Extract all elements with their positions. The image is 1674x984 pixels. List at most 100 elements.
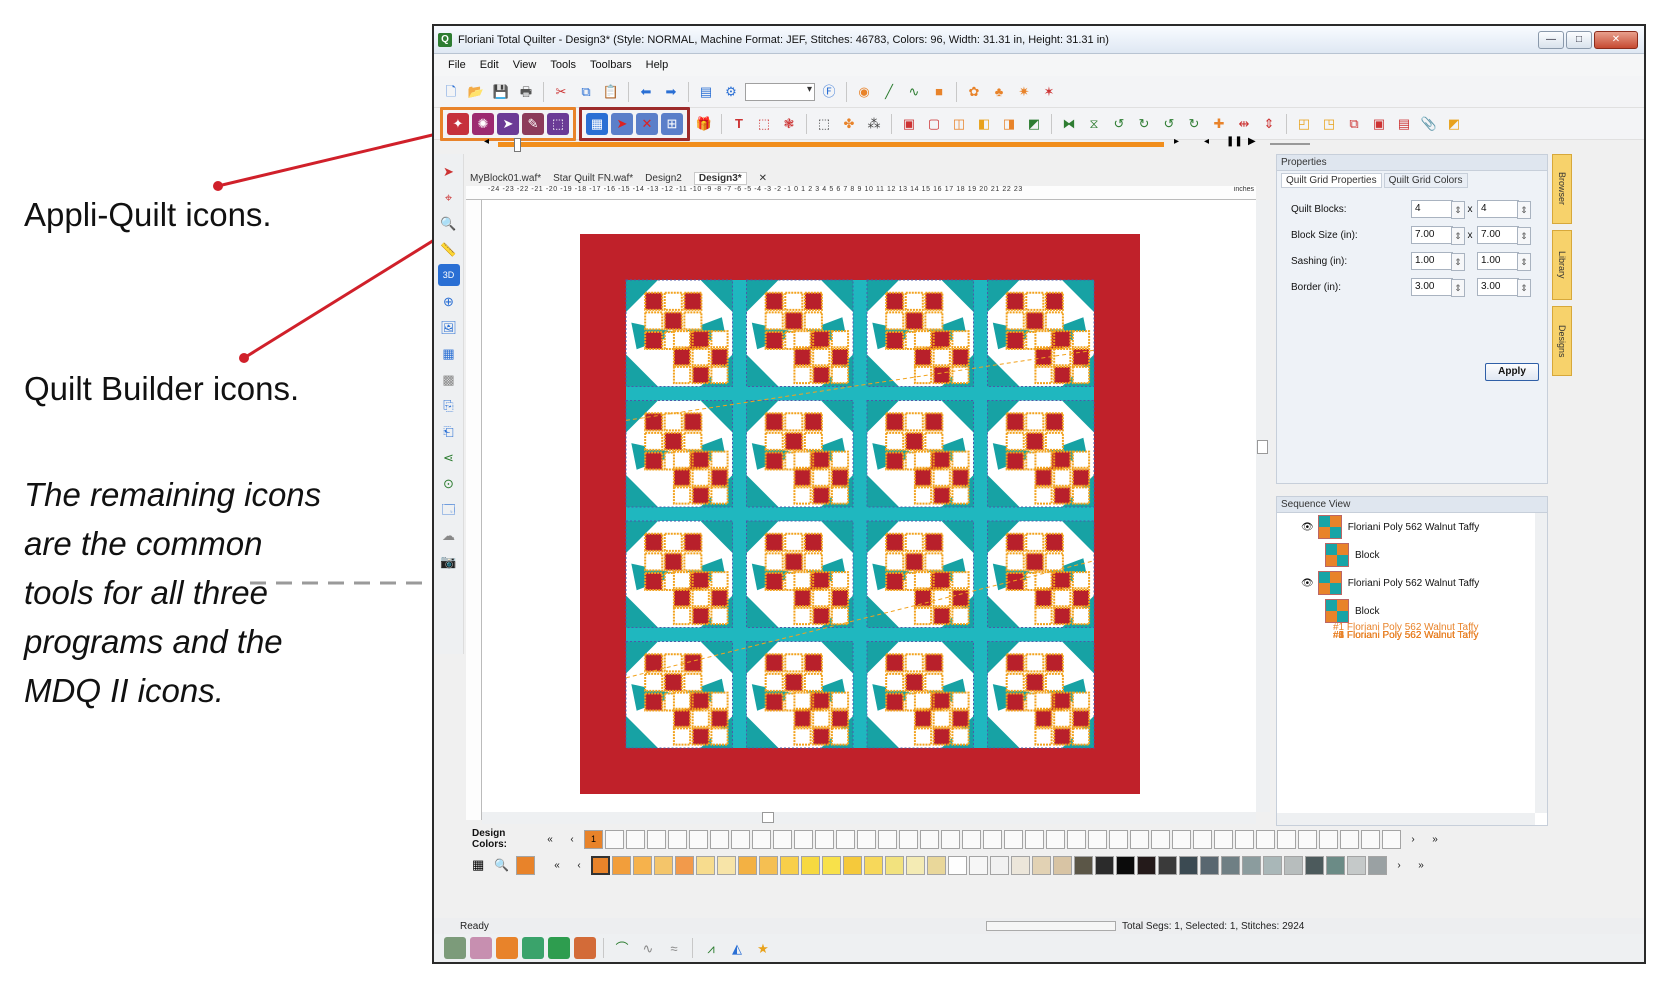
select-arrow-icon[interactable]: ➤ xyxy=(438,160,460,182)
design-color-slot[interactable] xyxy=(1319,829,1338,849)
node-edit-icon[interactable]: ✤ xyxy=(838,113,860,135)
speed-slider[interactable] xyxy=(1270,143,1310,145)
canvas-horizontal-scrollbar[interactable] xyxy=(482,812,1256,824)
grid-dots-icon[interactable]: ⁂ xyxy=(863,113,885,135)
design-color-slot[interactable] xyxy=(1193,829,1212,849)
palette-color-swatch[interactable] xyxy=(759,855,778,875)
menu-toolbars[interactable]: Toolbars xyxy=(590,59,632,71)
palette-last-icon[interactable]: » xyxy=(1411,860,1431,871)
palette-color-swatch[interactable] xyxy=(654,855,673,875)
color-sort-icon[interactable]: ◩ xyxy=(1443,113,1465,135)
palette-color-swatch[interactable] xyxy=(696,855,715,875)
tab-quilt-grid-properties[interactable]: Quilt Grid Properties xyxy=(1281,173,1382,188)
pause-icon[interactable]: ❚❚ xyxy=(1226,136,1243,147)
design-canvas[interactable] xyxy=(482,200,1256,812)
tab-myblock01[interactable]: MyBlock01.waf* xyxy=(470,173,541,184)
visibility-eye-icon[interactable]: 👁 xyxy=(1301,522,1314,533)
palette-color-swatch[interactable] xyxy=(717,855,736,875)
palette-color-swatch[interactable] xyxy=(1158,855,1177,875)
design-color-slot[interactable] xyxy=(794,829,813,849)
minimize-button[interactable]: — xyxy=(1538,30,1564,49)
quilt-builder-resize-icon[interactable]: ⊞ xyxy=(661,112,683,135)
first-page-icon[interactable]: « xyxy=(540,834,560,845)
palette-color-swatch[interactable] xyxy=(906,855,925,875)
design-color-slot[interactable] xyxy=(1361,829,1380,849)
palette-color-swatch[interactable] xyxy=(591,855,610,875)
group-icon[interactable]: ▣ xyxy=(898,113,920,135)
design-color-slot[interactable] xyxy=(1172,829,1191,849)
design-color-slot[interactable] xyxy=(605,829,624,849)
palette-color-swatch[interactable] xyxy=(1284,855,1303,875)
sequence-vscroll[interactable] xyxy=(1535,513,1547,813)
prev-page-icon[interactable]: ‹ xyxy=(562,834,582,845)
palette-color-swatch[interactable] xyxy=(1116,855,1135,875)
applique-icon[interactable]: ♣ xyxy=(988,81,1010,103)
design-color-slot[interactable] xyxy=(731,829,750,849)
design-color-slot[interactable] xyxy=(689,829,708,849)
fill-texture-icon[interactable] xyxy=(470,937,492,959)
frame-tool-icon[interactable]: ⬚ xyxy=(753,113,775,135)
palette-color-swatch[interactable] xyxy=(990,855,1009,875)
mirror-horizontal-icon[interactable]: ⧓ xyxy=(1058,113,1080,135)
next-page-icon[interactable]: › xyxy=(1403,834,1423,845)
undo-arrow-icon[interactable]: ⬅ xyxy=(635,81,657,103)
appli-quilt-select-icon[interactable]: ➤ xyxy=(497,112,519,135)
menu-edit[interactable]: Edit xyxy=(480,59,499,71)
palette-color-swatch[interactable] xyxy=(1368,855,1387,875)
fill-pattern-icon[interactable] xyxy=(444,937,466,959)
slider-left-arrow-icon[interactable]: ◂ xyxy=(484,136,489,147)
open-folder-icon[interactable]: 📂 xyxy=(465,81,487,103)
lens-icon[interactable]: ⊙ xyxy=(438,472,460,494)
palette-color-swatch[interactable] xyxy=(801,855,820,875)
stitch-wave-icon[interactable]: ∿ xyxy=(637,937,659,959)
gift-box-icon[interactable]: 🎁 xyxy=(693,113,715,135)
fan-icon[interactable]: ◭ xyxy=(726,937,748,959)
stitch-slider[interactable]: ◂ xyxy=(484,136,1164,152)
palette-next-icon[interactable]: › xyxy=(1389,860,1409,871)
palette-color-swatch[interactable] xyxy=(864,855,883,875)
design-color-slot[interactable] xyxy=(857,829,876,849)
fill-gradient-icon[interactable] xyxy=(574,937,596,959)
design-color-slot[interactable] xyxy=(1298,829,1317,849)
apply-button[interactable]: Apply xyxy=(1485,363,1539,381)
design-color-slot[interactable] xyxy=(878,829,897,849)
curve-tool-icon[interactable]: ∿ xyxy=(903,81,925,103)
stitch-style-icon[interactable]: ✿ xyxy=(963,81,985,103)
palette-color-swatch[interactable] xyxy=(1137,855,1156,875)
sequence-hscroll[interactable] xyxy=(1277,813,1535,825)
distribute-icon[interactable]: ◩ xyxy=(1023,113,1045,135)
slider-right-arrow-icon[interactable]: ▸ xyxy=(1174,136,1179,147)
sashing-b-input[interactable]: 1.00 xyxy=(1477,252,1531,271)
tab-star-quilt[interactable]: Star Quilt FN.waf* xyxy=(553,173,633,184)
palette-color-swatch[interactable] xyxy=(969,855,988,875)
magic-wand-red-icon[interactable]: ✶ xyxy=(1038,81,1060,103)
sequence-top-item-2[interactable]: 👁 Floriani Poly 562 Walnut Taffy xyxy=(1277,569,1535,597)
new-file-icon[interactable]: 🗋 xyxy=(440,81,462,103)
image-import-icon[interactable]: 🗔 xyxy=(438,498,460,520)
text-tool-icon[interactable]: T xyxy=(728,113,750,135)
rotate-90-right-icon[interactable]: ↻ xyxy=(1183,113,1205,135)
3d-view-icon[interactable]: 3D xyxy=(437,264,460,286)
pattern-tool-icon[interactable]: ❃ xyxy=(778,113,800,135)
design-color-slot[interactable] xyxy=(626,829,645,849)
sequence-block-item[interactable]: Block xyxy=(1277,541,1535,569)
design-color-slot[interactable] xyxy=(1004,829,1023,849)
appli-quilt-block-icon[interactable]: ✦ xyxy=(447,112,469,135)
design-color-slot[interactable] xyxy=(941,829,960,849)
step-back-icon[interactable]: ◂ xyxy=(1204,136,1209,147)
combine-icon[interactable]: ◫ xyxy=(948,113,970,135)
grass-icon[interactable]: ⩘ xyxy=(700,937,722,959)
palette-search-icon[interactable]: 🔍 xyxy=(494,858,514,872)
design-color-slot[interactable] xyxy=(1046,829,1065,849)
side-tab-browser[interactable]: Browser xyxy=(1552,154,1572,224)
picture-icon[interactable]: 🖼 xyxy=(438,316,460,338)
side-tab-designs[interactable]: Designs xyxy=(1552,306,1572,376)
duplicate-icon[interactable]: ⧉ xyxy=(1343,113,1365,135)
palette-grid-icon[interactable]: ▦ xyxy=(472,857,492,873)
redo-arrow-icon[interactable]: ➡ xyxy=(660,81,682,103)
design-color-slot[interactable] xyxy=(1025,829,1044,849)
palette-color-swatch[interactable] xyxy=(633,855,652,875)
close-tab-icon[interactable]: ✕ xyxy=(759,173,767,184)
quilt-blocks-cols-input[interactable]: 4 xyxy=(1477,200,1531,219)
stitch-curve-icon[interactable]: ⌒ xyxy=(611,937,633,959)
